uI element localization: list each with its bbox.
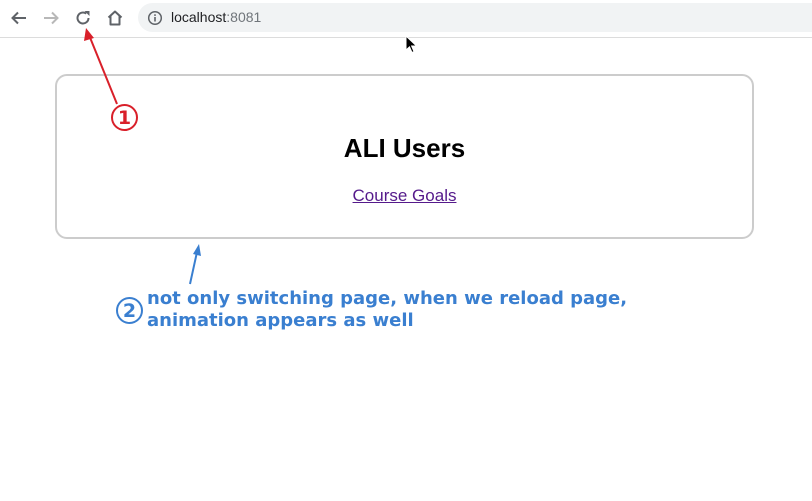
- address-bar[interactable]: localhost:8081: [138, 3, 812, 32]
- mouse-cursor-icon: [405, 35, 418, 54]
- url-port: :8081: [226, 9, 262, 25]
- url-host: localhost: [171, 9, 227, 25]
- annotation-note-line1: not only switching page, when we reload …: [147, 288, 628, 309]
- course-goals-link-container: Course Goals: [57, 186, 752, 206]
- annotation-marker-1: 1: [111, 104, 138, 131]
- content-card: ALI Users Course Goals: [55, 74, 754, 239]
- url-text: localhost:8081: [171, 9, 261, 26]
- reload-icon[interactable]: [71, 6, 95, 30]
- course-goals-link[interactable]: Course Goals: [353, 186, 457, 205]
- annotation-note-line2: animation appears as well: [147, 310, 414, 331]
- home-icon[interactable]: [103, 6, 127, 30]
- browser-toolbar: localhost:8081: [0, 0, 812, 38]
- annotation-marker-2: 2: [116, 297, 143, 324]
- forward-arrow-icon[interactable]: [39, 6, 63, 30]
- blue-arrow: [189, 244, 201, 285]
- info-icon[interactable]: [147, 10, 163, 26]
- annotation-note: not only switching page, when we reload …: [147, 288, 627, 332]
- back-arrow-icon[interactable]: [7, 6, 31, 30]
- page-title: ALI Users: [343, 133, 466, 163]
